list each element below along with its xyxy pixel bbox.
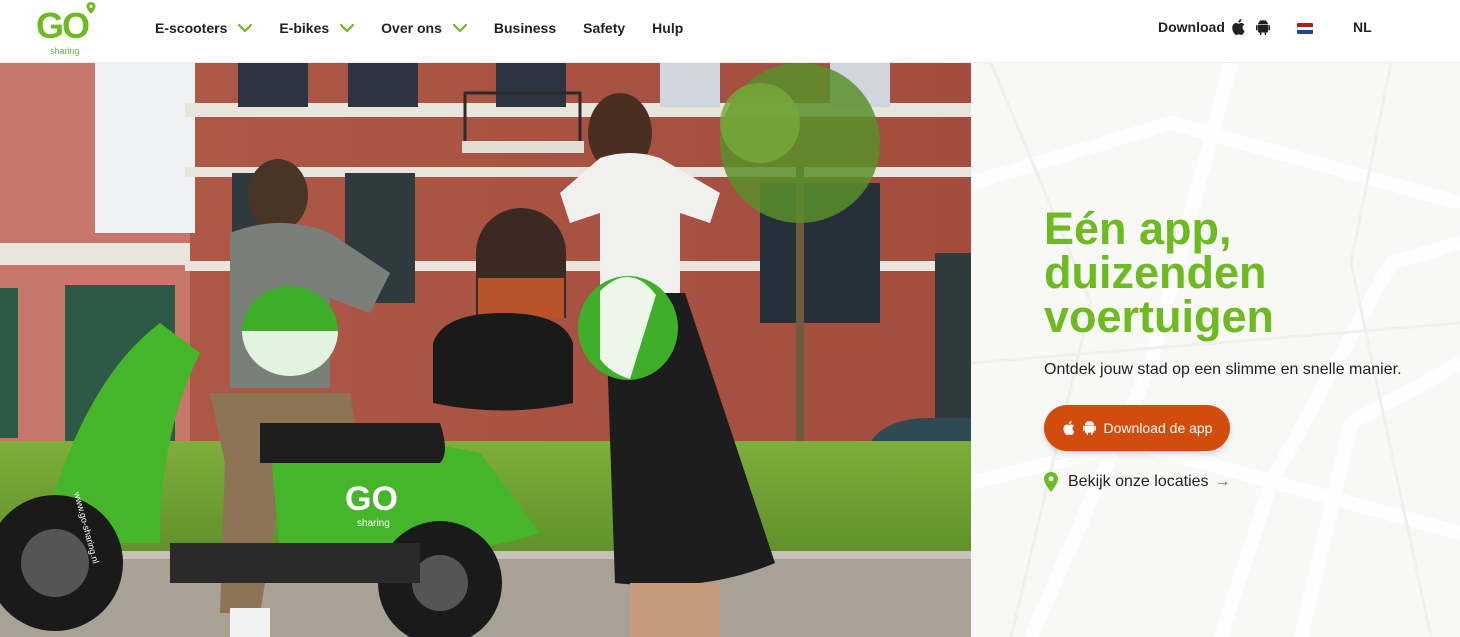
scooter-sharing-text: sharing xyxy=(357,518,390,529)
hero-photo-illustration: GO sharing www.go-sharing.nl xyxy=(0,63,971,637)
headline-line: Eén app, xyxy=(1044,203,1232,254)
download-app-label: Download de app xyxy=(1103,420,1213,436)
chevron-down-icon xyxy=(238,23,253,32)
hero-tagline: Ontdek jouw stad op een slimme en snelle… xyxy=(1044,361,1402,378)
chevron-down-icon xyxy=(452,23,467,32)
nav-item-over-ons[interactable]: Over ons xyxy=(381,20,467,36)
nav-item-label: Over ons xyxy=(381,20,442,36)
logo-pin-icon xyxy=(86,2,96,14)
android-icon[interactable] xyxy=(1256,20,1270,35)
nav-item-label: E-bikes xyxy=(279,20,330,36)
logo-text: GO xyxy=(36,5,90,46)
main-nav: E-scooters E-bikes Over ons Business Saf… xyxy=(155,0,710,56)
headline-line: duizenden xyxy=(1044,247,1267,298)
download-app-button[interactable]: Download de app xyxy=(1044,405,1230,451)
language-selector[interactable]: NL xyxy=(1353,19,1372,35)
headline-line: voertuigen xyxy=(1044,291,1275,342)
android-icon xyxy=(1082,421,1096,435)
nav-item-e-scooters[interactable]: E-scooters xyxy=(155,20,253,36)
chevron-down-icon xyxy=(340,23,355,32)
nav-item-e-bikes[interactable]: E-bikes xyxy=(279,20,355,36)
apple-icon[interactable] xyxy=(1231,19,1245,35)
nav-item-label: Hulp xyxy=(652,20,684,36)
view-locations-label: Bekijk onze locaties xyxy=(1068,473,1209,490)
apple-icon xyxy=(1062,421,1074,435)
view-locations-link[interactable]: Bekijk onze locaties → xyxy=(1044,472,1231,492)
nav-item-label: E-scooters xyxy=(155,20,228,36)
map-background xyxy=(971,63,1460,637)
nav-item-safety[interactable]: Safety xyxy=(583,20,625,36)
go-sharing-logo[interactable]: GO sharing xyxy=(36,2,96,58)
location-pin-icon xyxy=(1044,472,1058,492)
logo-subtext: sharing xyxy=(50,46,80,56)
header-download-link[interactable]: Download xyxy=(1158,19,1225,35)
nl-flag-icon[interactable] xyxy=(1297,23,1313,34)
arrow-right-icon: → xyxy=(1214,473,1231,490)
nav-item-business[interactable]: Business xyxy=(494,20,556,36)
nav-item-hulp[interactable]: Hulp xyxy=(652,20,683,36)
hero-headline: Eén app, duizenden voertuigen xyxy=(1044,203,1404,342)
site-header: GO sharing E-scooters E-bikes Over ons B… xyxy=(0,0,1460,63)
hero-panel: Eén app, duizenden voertuigen Ontdek jou… xyxy=(971,63,1460,637)
nav-item-label: Safety xyxy=(583,20,626,36)
nav-item-label: Business xyxy=(493,20,557,36)
scooter-go-logo: GO xyxy=(345,480,398,518)
hero-photo: GO sharing www.go-sharing.nl xyxy=(0,63,971,637)
